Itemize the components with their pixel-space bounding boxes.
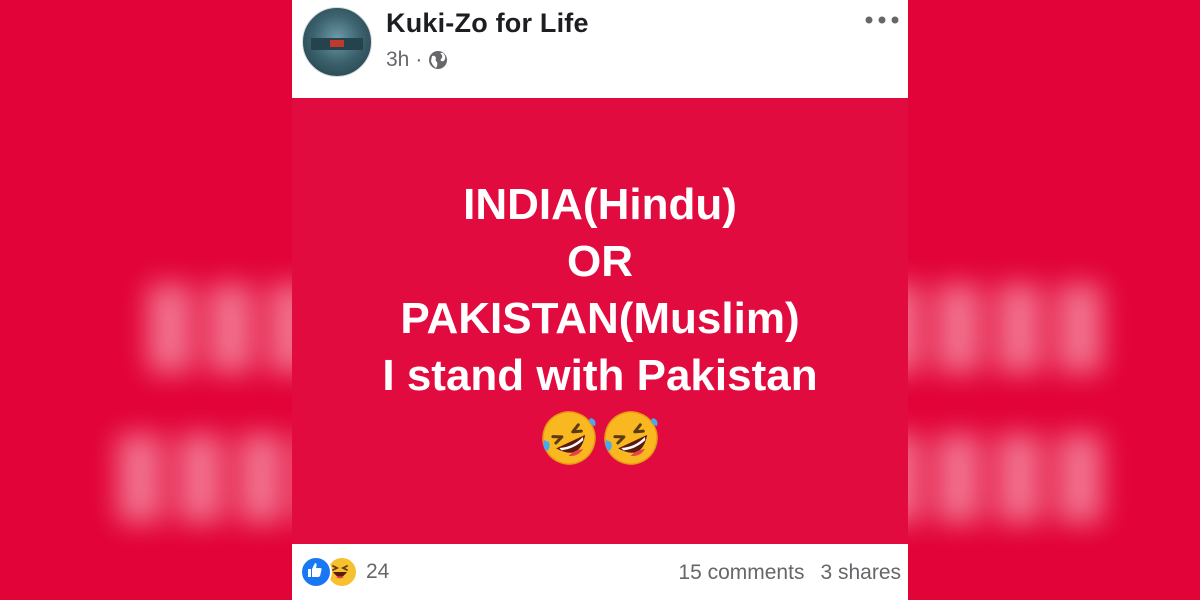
post-text-line: I stand with Pakistan (382, 351, 818, 400)
more-options-button[interactable] (862, 6, 902, 34)
blurred-background-text: ▮▮▮▮ (110, 408, 292, 531)
rolling-on-floor-laughing-icon (604, 411, 658, 465)
post-text-background: INDIA(Hindu) OR PAKISTAN(Muslim) I stand… (292, 98, 908, 544)
post-meta: 3h · (386, 48, 448, 72)
engagement-counts: 15 comments 3 shares (678, 561, 901, 585)
post-footer: 24 15 comments 3 shares (292, 544, 908, 600)
reactions-summary[interactable]: 24 (300, 556, 389, 588)
facebook-post-card: Kuki-Zo for Life 3h · INDIA(Hindu) OR PA… (292, 0, 908, 600)
post-text-line: PAKISTAN(Muslim) (400, 294, 800, 343)
blurred-background-left: ▮▮▮▮ ▮▮▮▮ (0, 0, 292, 600)
blurred-background-text: ▮▮▮▮ (908, 258, 1111, 381)
reaction-count: 24 (366, 560, 390, 583)
post-header: Kuki-Zo for Life 3h · (292, 0, 908, 98)
emoji-row (541, 410, 659, 466)
rolling-on-floor-laughing-icon (542, 411, 596, 465)
post-time[interactable]: 3h (386, 48, 409, 72)
avatar[interactable] (302, 7, 372, 77)
more-options-icon (865, 16, 899, 24)
avatar-image-detail (330, 40, 344, 47)
meta-separator: · (415, 48, 423, 71)
blurred-background-right: ▮▮▮▮ ▮▮▮▮ (908, 0, 1200, 600)
post-text-line: INDIA(Hindu) (463, 180, 737, 229)
shares-link[interactable]: 3 shares (820, 561, 901, 585)
like-icon (300, 556, 332, 588)
post-text-line: OR (567, 237, 633, 286)
author-name[interactable]: Kuki-Zo for Life (386, 8, 589, 39)
blurred-background-text: ▮▮▮▮ (908, 408, 1111, 531)
blurred-background-text: ▮▮▮▮ (140, 258, 292, 381)
comments-link[interactable]: 15 comments (678, 561, 804, 585)
globe-icon (429, 51, 448, 69)
